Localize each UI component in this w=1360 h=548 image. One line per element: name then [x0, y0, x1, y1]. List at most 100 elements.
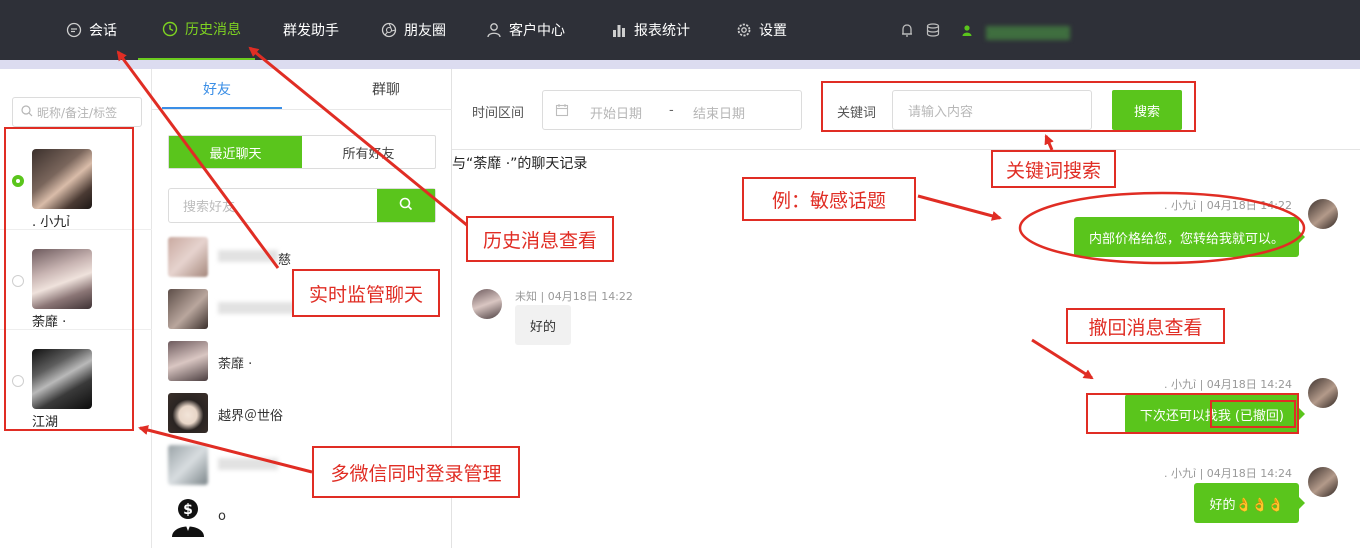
- time-range-label: 时间区间: [472, 106, 525, 121]
- account-name: 江湖: [32, 415, 59, 430]
- chat-icon: [66, 22, 82, 38]
- nav-history[interactable]: 历史消息: [138, 0, 255, 60]
- date-range-picker[interactable]: 开始日期 - 结束日期: [542, 90, 802, 130]
- avatar: [168, 289, 208, 329]
- account-name: . 小九ỉ: [32, 215, 70, 230]
- nav-broadcast-label: 群发助手: [283, 23, 339, 39]
- blurred-name: [218, 302, 296, 314]
- calendar-icon: [555, 103, 569, 121]
- chat-history-panel: 时间区间 开始日期 - 结束日期 关键词 请输入内容 搜索 与“荼靡 ·”的聊天…: [452, 69, 1360, 548]
- user-icon[interactable]: [962, 25, 972, 36]
- account-name: 荼靡 ·: [32, 315, 67, 330]
- account-search-input[interactable]: 昵称/备注/标签: [12, 97, 142, 127]
- divider: [0, 229, 152, 230]
- blurred-name: [218, 458, 278, 470]
- account-radio[interactable]: [12, 375, 24, 387]
- message-bubble: 内部价格给您，您转给我就可以。: [1073, 217, 1306, 257]
- nav-settings[interactable]: 设置: [736, 0, 787, 60]
- end-date-input[interactable]: 结束日期: [693, 103, 745, 122]
- divider: [152, 109, 452, 110]
- friend-item[interactable]: 慈: [168, 233, 438, 283]
- friend-search-input[interactable]: 搜索好友: [169, 189, 377, 222]
- friend-name: o: [218, 509, 226, 524]
- message-bubble: 好的👌👌👌: [1194, 483, 1305, 523]
- friend-item[interactable]: 越界＠世俗: [168, 389, 438, 439]
- chat-title: 与“荼靡 ·”的聊天记录: [452, 156, 588, 172]
- keyword-input[interactable]: 请输入内容: [892, 90, 1092, 130]
- avatar: [1308, 467, 1338, 497]
- avatar: [1308, 378, 1338, 408]
- clock-icon: [162, 21, 178, 37]
- keyword-label: 关键词: [837, 106, 877, 121]
- tab-friends[interactable]: 好友: [203, 69, 231, 109]
- account-radio[interactable]: [12, 175, 24, 187]
- message-meta: . 小九ỉ | 04月18日 14:24: [1164, 378, 1292, 391]
- avatar: [168, 393, 208, 433]
- tab-groups[interactable]: 群聊: [372, 69, 400, 109]
- nav-moments-label: 朋友圈: [404, 23, 446, 39]
- bar-chart-icon: [611, 22, 627, 38]
- date-separator: -: [669, 103, 674, 118]
- user-icon: [486, 22, 502, 38]
- nav-customers-label: 客户中心: [509, 23, 565, 39]
- search-icon: [21, 104, 33, 120]
- friend-filter-toggle: 最近聊天 所有好友: [168, 135, 436, 169]
- message-bubble-recalled: 下次还可以找我 (已撤回): [1124, 394, 1306, 434]
- friend-search-button[interactable]: [377, 189, 435, 222]
- search-button[interactable]: 搜索: [1112, 90, 1182, 130]
- nav-history-label: 历史消息: [185, 22, 241, 38]
- svg-text:$: $: [183, 502, 193, 518]
- nav-moments[interactable]: 朋友圈: [381, 0, 446, 60]
- avatar: [32, 149, 92, 209]
- message-text: 下次还可以找我: [1139, 408, 1231, 424]
- all-friends-button[interactable]: 所有好友: [302, 136, 435, 168]
- recalled-tag: (已撤回): [1234, 408, 1284, 424]
- bell-icon[interactable]: [899, 22, 915, 38]
- avatar: [168, 445, 208, 485]
- avatar: [168, 341, 208, 381]
- account-radio[interactable]: [12, 275, 24, 287]
- friend-item[interactable]: 荼靡 ·: [168, 337, 438, 387]
- account-item[interactable]: 江湖: [0, 331, 152, 431]
- friend-item[interactable]: [168, 285, 438, 335]
- nav-chat-label: 会话: [89, 23, 117, 39]
- friend-name: 慈: [278, 253, 292, 268]
- account-search-placeholder: 昵称/备注/标签: [37, 105, 118, 120]
- nav-divider: [0, 60, 1360, 69]
- divider: [0, 329, 152, 330]
- avatar: [32, 249, 92, 309]
- friend-name: 荼靡 ·: [218, 357, 253, 372]
- app-root: 会话 历史消息 群发助手 朋友圈 客户中心 报表统计 设置 昵称/备注/标签 .…: [0, 0, 1360, 548]
- friend-name: 越界＠世俗: [218, 409, 284, 424]
- message-bubble: 好的: [515, 305, 572, 345]
- avatar: [168, 237, 208, 277]
- gear-icon: [736, 22, 752, 38]
- friend-item[interactable]: $ o: [168, 493, 438, 543]
- account-item[interactable]: . 小九ỉ: [0, 131, 152, 231]
- friend-search: 搜索好友: [168, 188, 436, 223]
- nav-reports[interactable]: 报表统计: [611, 0, 690, 60]
- message-meta: 未知 | 04月18日 14:22: [515, 290, 633, 303]
- chat-filter-bar: 时间区间 开始日期 - 结束日期 关键词 请输入内容 搜索: [452, 69, 1360, 150]
- account-item[interactable]: 荼靡 ·: [0, 231, 152, 331]
- top-nav: 会话 历史消息 群发助手 朋友圈 客户中心 报表统计 设置: [0, 0, 1360, 60]
- nav-customers[interactable]: 客户中心: [486, 0, 565, 60]
- blurred-name: [218, 250, 278, 262]
- friend-item[interactable]: [168, 441, 438, 491]
- avatar: [472, 289, 502, 319]
- money-user-icon: $: [168, 497, 208, 537]
- database-icon[interactable]: [925, 22, 941, 38]
- avatar: [1308, 199, 1338, 229]
- account-list-panel: 昵称/备注/标签 . 小九ỉ 荼靡 · 江湖: [0, 69, 152, 548]
- friend-list-panel: 好友 群聊 最近聊天 所有好友 搜索好友 慈 荼靡 · 越界＠世俗 $ o: [152, 69, 452, 548]
- aperture-icon: [381, 22, 397, 38]
- nav-chat[interactable]: 会话: [66, 0, 117, 60]
- nav-broadcast[interactable]: 群发助手: [283, 0, 339, 60]
- message-meta: . 小九ỉ | 04月18日 14:22: [1164, 199, 1292, 212]
- username-blurred: [986, 26, 1070, 40]
- start-date-input[interactable]: 开始日期: [590, 103, 642, 122]
- search-icon: [399, 197, 413, 215]
- nav-settings-label: 设置: [759, 23, 787, 39]
- avatar: [32, 349, 92, 409]
- recent-chats-button[interactable]: 最近聊天: [169, 136, 302, 168]
